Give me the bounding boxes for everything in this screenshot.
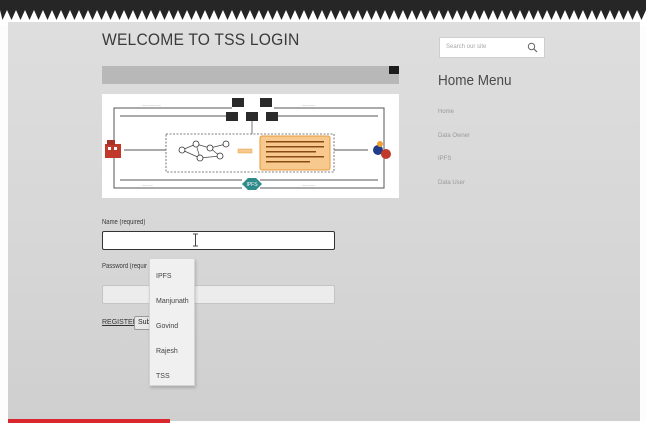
register-link[interactable]: REGISTER [102, 319, 138, 326]
svg-text:—— ———: —— ——— [302, 104, 316, 107]
search-icon[interactable] [527, 42, 538, 53]
menu-item-data-user[interactable]: Data User [438, 180, 465, 186]
search-input[interactable]: Search our site [439, 37, 545, 58]
autocomplete-item[interactable]: Manjunath [156, 298, 189, 305]
text-cursor-icon [193, 233, 198, 247]
autocomplete-dropdown: IPFS Manjunath Govind Rajesh TSS [149, 258, 195, 386]
autocomplete-item[interactable]: Govind [156, 323, 178, 330]
autocomplete-item[interactable]: TSS [156, 373, 170, 380]
autocomplete-item[interactable]: IPFS [156, 273, 172, 280]
page-title: WELCOME TO TSS LOGIN [102, 30, 300, 49]
menu-heading: Home Menu [438, 72, 512, 89]
autocomplete-item[interactable]: Rajesh [156, 348, 178, 355]
menu-item-ipfs[interactable]: IPFS [438, 156, 451, 162]
diagram-ipfs-label: IPFS [246, 182, 258, 188]
architecture-diagram: —— ——— —— —— ——— —— —— —— ——— IPFS [102, 94, 399, 198]
title-bar [102, 66, 399, 84]
password-input[interactable] [102, 285, 335, 304]
menu-item-data-owner[interactable]: Data Owner [438, 133, 470, 139]
title-bar-tab [389, 66, 399, 74]
search-placeholder: Search our site [446, 44, 487, 50]
password-label: Password (requir [102, 263, 147, 270]
svg-text:—— ———: —— ——— [302, 184, 316, 187]
svg-text:—— ——— ——: —— ——— —— [142, 104, 161, 107]
name-label: Name (required) [102, 219, 146, 226]
svg-text:—— ——: —— —— [142, 184, 153, 187]
menu-item-home[interactable]: Home [438, 109, 454, 115]
progress-bar [8, 419, 170, 423]
name-input[interactable] [102, 231, 335, 250]
